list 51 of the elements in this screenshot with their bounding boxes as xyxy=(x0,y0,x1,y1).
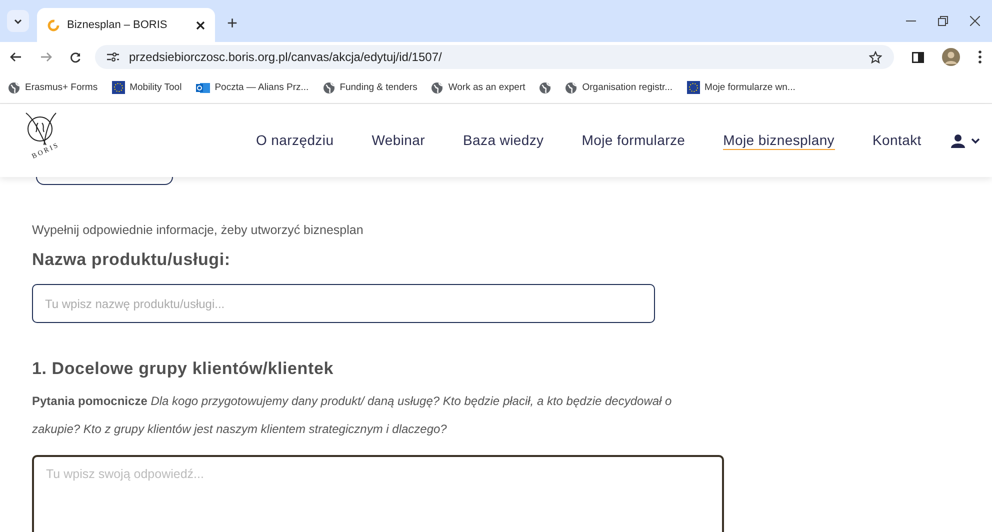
user-icon xyxy=(951,134,966,148)
bookmark[interactable]: Funding & tenders xyxy=(322,82,418,94)
bookmark[interactable]: Poczta — Alians Prz... xyxy=(196,82,309,94)
side-panel-icon[interactable] xyxy=(912,52,924,62)
nav-link[interactable]: Baza wiedzy xyxy=(462,132,544,150)
flag-icon xyxy=(686,81,700,94)
input-field[interactable]: Tu wpisz nazwę produktu/usługi... xyxy=(32,284,655,323)
browser-tab[interactable]: Biznesplan – BORIS xyxy=(37,8,215,42)
address-bar[interactable]: przedsiebiorczosc.boris.org.pl/canvas/akcja/edytuj/id/1507/ xyxy=(95,45,894,69)
nav-link[interactable]: Moje formularze xyxy=(582,132,686,150)
tab-list-button[interactable] xyxy=(7,10,29,32)
button-outline[interactable] xyxy=(36,177,173,185)
globe-icon xyxy=(539,82,552,94)
tab-title: Biznesplan – BORIS xyxy=(67,19,168,31)
new-tab-button[interactable]: + xyxy=(227,13,238,34)
restore-icon[interactable] xyxy=(938,16,948,26)
url-text: przedsiebiorczosc.boris.org.pl/canvas/akcja/edytuj/id/1507/ xyxy=(129,50,442,64)
bookmark[interactable]: Organisation registr... xyxy=(565,82,673,94)
close-icon[interactable] xyxy=(196,20,205,30)
bookmark[interactable] xyxy=(539,82,552,94)
flag-icon xyxy=(112,81,125,94)
globe-icon xyxy=(431,82,444,94)
star-icon[interactable] xyxy=(869,50,882,64)
bookmark[interactable]: Moje formularze wn... xyxy=(686,81,796,94)
intro-text: Wypełnij odpowiednie informacje, żeby utworzyć biznesplan xyxy=(32,223,364,237)
chevron-down-icon xyxy=(971,138,980,144)
account-menu-button[interactable] xyxy=(951,134,980,148)
nav-link[interactable]: O narzędziu xyxy=(256,132,334,150)
close-icon[interactable] xyxy=(970,16,980,26)
bookmark[interactable]: Work as an expert xyxy=(431,82,526,94)
bookmark[interactable]: Mobility Tool xyxy=(112,81,182,94)
bookmark[interactable]: Erasmus+ Forms xyxy=(8,82,98,94)
answer-box[interactable]: Tu wpisz swoją odpowiedź... xyxy=(32,455,724,532)
globe-icon xyxy=(322,82,335,94)
back-arrow-icon[interactable] xyxy=(10,52,22,62)
field-label: Nazwa produktu/usługi: xyxy=(32,250,232,270)
site-settings-icon[interactable] xyxy=(107,52,119,62)
avatar-icon[interactable] xyxy=(942,48,960,66)
helper-text: Pytania pomocnicze Dla kogo przygotowujemy dany produkt/ daną usługę? Kto będzie płacił, a kto będzie decydował o zakupie? Kto z grupy klientów jest naszym klientem strategicznym i dlaczego? xyxy=(32,393,673,438)
globe-icon xyxy=(8,82,20,94)
nav-link[interactable]: Moje biznesplany xyxy=(723,132,835,150)
nav-link[interactable]: Kontakt xyxy=(872,132,922,150)
globe-icon xyxy=(565,82,578,94)
nav-link[interactable]: Webinar xyxy=(372,132,425,150)
chevron-down-icon xyxy=(14,18,22,24)
section-title: 1. Docelowe grupy klientów/klientek xyxy=(32,359,334,379)
reload-icon[interactable] xyxy=(70,52,81,62)
more-icon[interactable] xyxy=(978,50,982,64)
forward-arrow-icon[interactable] xyxy=(40,52,52,62)
mail-icon xyxy=(196,82,210,94)
loading-icon xyxy=(47,18,60,32)
